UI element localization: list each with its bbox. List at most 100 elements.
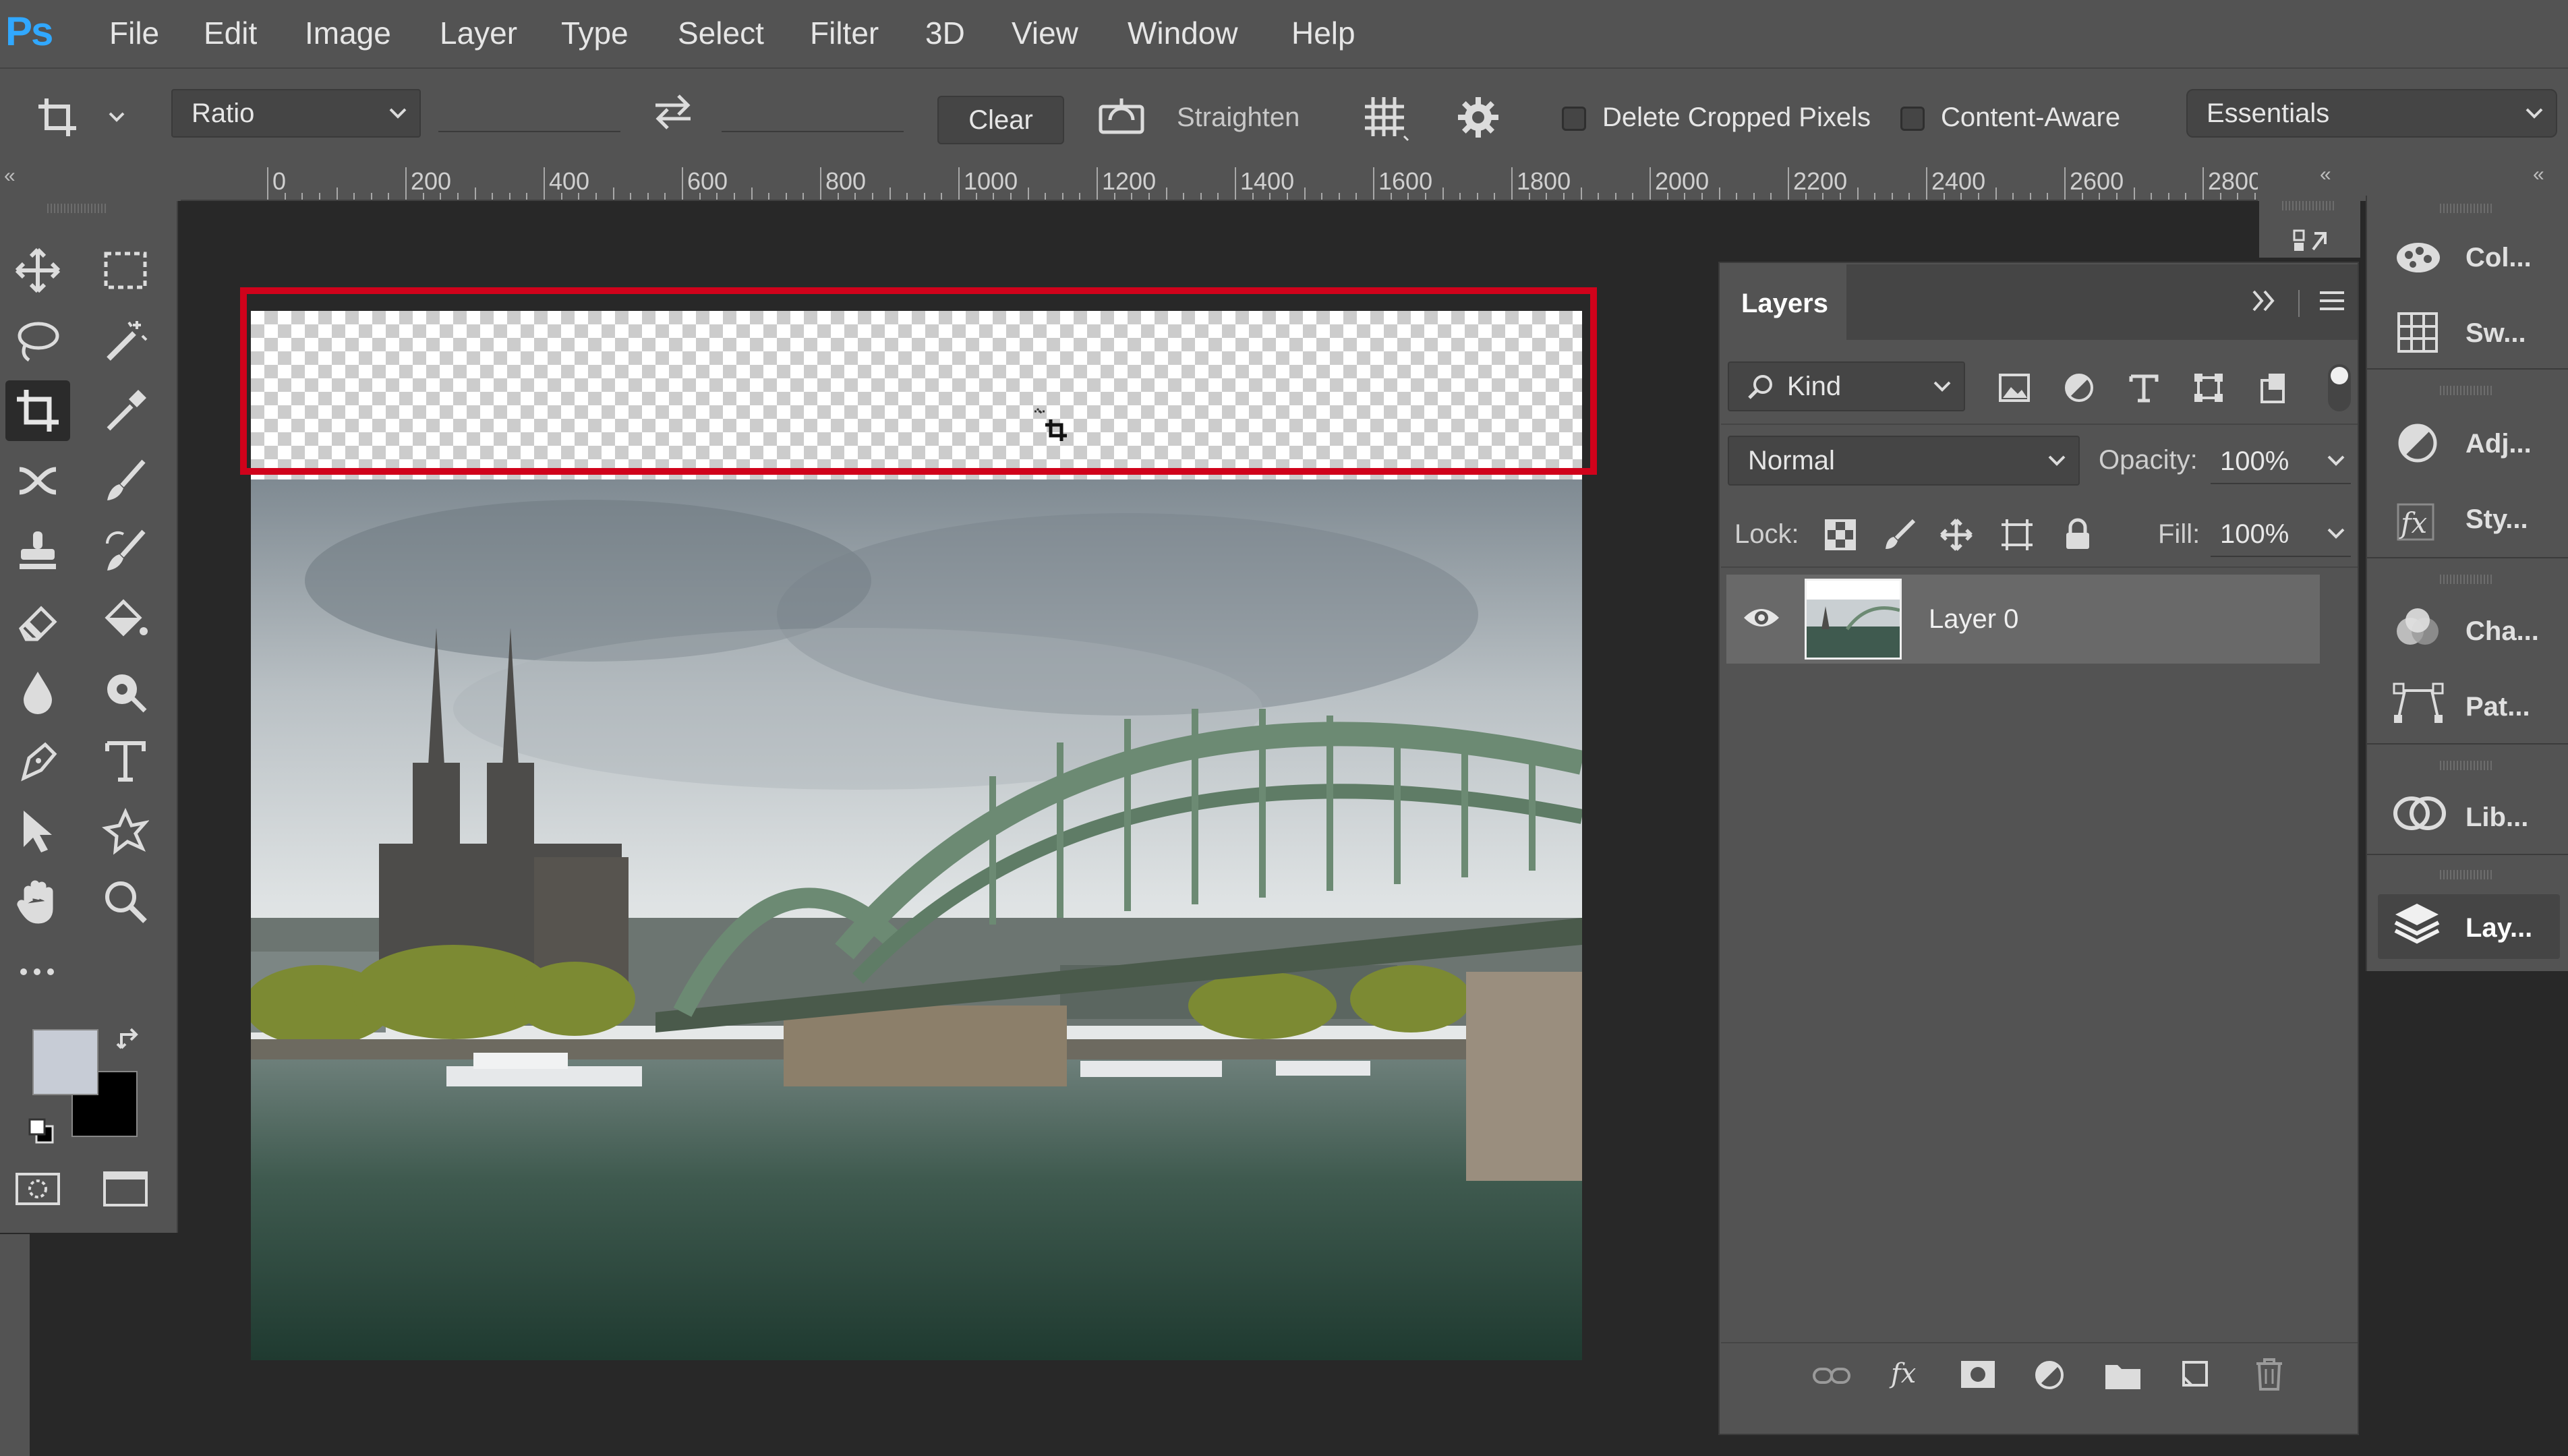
workspace-dropdown[interactable]: Essentials xyxy=(2186,89,2557,138)
delete-layer-trash-icon[interactable] xyxy=(2252,1357,2286,1392)
type-tool-icon[interactable] xyxy=(93,731,158,792)
mini-dock-grip[interactable] xyxy=(2282,201,2336,210)
crop-tool-icon[interactable] xyxy=(5,380,70,441)
menu-layer[interactable]: Layer xyxy=(440,15,517,51)
color-panel-icon[interactable] xyxy=(2394,239,2443,275)
history-brush-icon[interactable] xyxy=(93,521,158,581)
menu-file[interactable]: File xyxy=(109,15,159,51)
menu-3d[interactable]: 3D xyxy=(925,15,965,51)
move-tool-icon[interactable] xyxy=(5,240,70,301)
pen-tool-icon[interactable] xyxy=(5,731,70,792)
layers-panel-icon[interactable] xyxy=(2393,901,2441,944)
opacity-field[interactable]: 100% xyxy=(2211,437,2351,484)
dock-grip[interactable] xyxy=(2440,870,2494,879)
dock-item-styles[interactable]: Sty... xyxy=(2465,504,2528,535)
add-mask-icon[interactable] xyxy=(1960,1358,1996,1392)
clone-stamp-icon[interactable] xyxy=(5,521,70,581)
new-adjustment-layer-icon[interactable] xyxy=(2033,1358,2069,1395)
adjustments-panel-icon[interactable] xyxy=(2397,422,2439,464)
filter-shape-layers-icon[interactable] xyxy=(2192,371,2225,405)
dock-item-swatches[interactable]: Sw... xyxy=(2465,318,2526,349)
link-layers-icon[interactable] xyxy=(1811,1361,1852,1391)
panel-expand-icon[interactable] xyxy=(2251,289,2281,313)
dock-grip[interactable] xyxy=(2440,761,2494,770)
brush-tool-icon[interactable] xyxy=(93,450,158,511)
dock-grip[interactable] xyxy=(2440,386,2494,395)
paths-panel-icon[interactable] xyxy=(2391,681,2445,726)
tab-layers[interactable]: Layers xyxy=(1721,264,1846,340)
hand-tool-icon[interactable] xyxy=(5,871,70,932)
menu-edit[interactable]: Edit xyxy=(204,15,257,51)
paint-bucket-icon[interactable] xyxy=(93,591,158,651)
content-aware-label[interactable]: Content-Aware xyxy=(1941,103,2120,133)
styles-panel-icon[interactable]: fx xyxy=(2394,498,2441,545)
dock-item-layers[interactable]: Lay... xyxy=(2465,913,2532,943)
collapse-panels-icon[interactable]: « xyxy=(2320,163,2331,186)
straighten-icon[interactable] xyxy=(1098,96,1145,136)
menu-filter[interactable]: Filter xyxy=(810,15,879,51)
swatches-panel-icon[interactable] xyxy=(2397,312,2439,353)
gear-icon[interactable] xyxy=(1457,96,1504,143)
filter-type-layers-icon[interactable] xyxy=(2127,371,2161,405)
eraser-tool-icon[interactable] xyxy=(5,591,70,651)
custom-shape-icon[interactable] xyxy=(93,801,158,862)
blend-mode-dropdown[interactable]: Normal xyxy=(1728,436,2080,486)
filter-toggle-switch[interactable] xyxy=(2328,364,2351,411)
opacity-label[interactable]: Opacity: xyxy=(2099,445,2198,475)
panel-menu-icon[interactable] xyxy=(2317,289,2347,313)
more-tools-icon[interactable] xyxy=(5,941,70,1002)
crop-height-field[interactable] xyxy=(722,131,904,132)
ratio-dropdown[interactable]: Ratio xyxy=(171,89,421,138)
lock-all-icon[interactable] xyxy=(2061,517,2095,552)
fill-label[interactable]: Fill: xyxy=(2158,519,2200,550)
overlay-grid-icon[interactable] xyxy=(1362,94,1409,142)
filter-adjustment-layers-icon[interactable] xyxy=(2062,371,2096,405)
filter-smart-objects-icon[interactable] xyxy=(2256,371,2290,405)
crop-selection-border[interactable] xyxy=(240,287,1597,475)
filter-kind-dropdown[interactable]: Kind xyxy=(1728,361,1965,411)
dodge-tool-icon[interactable] xyxy=(93,661,158,722)
eyedropper-icon[interactable] xyxy=(93,380,158,441)
new-group-folder-icon[interactable] xyxy=(2104,1360,2142,1391)
channels-panel-icon[interactable] xyxy=(2394,607,2441,649)
magic-wand-icon[interactable] xyxy=(93,310,158,371)
menu-help[interactable]: Help xyxy=(1291,15,1355,51)
swap-colors-icon[interactable] xyxy=(116,1026,143,1053)
filter-pixel-layers-icon[interactable] xyxy=(1997,371,2031,405)
straighten-label[interactable]: Straighten xyxy=(1177,103,1300,133)
dock-item-paths[interactable]: Pat... xyxy=(2465,692,2530,722)
dock-item-libraries[interactable]: Lib... xyxy=(2465,803,2528,833)
libraries-panel-icon[interactable] xyxy=(2391,793,2448,834)
crop-tool-preset-icon[interactable] xyxy=(37,94,132,142)
new-layer-icon[interactable] xyxy=(2178,1357,2212,1391)
default-colors-icon[interactable] xyxy=(27,1117,57,1146)
foreground-color-swatch-top[interactable] xyxy=(32,1029,98,1095)
toolbar-grip[interactable] xyxy=(47,204,108,213)
lock-image-pixels-icon[interactable] xyxy=(1883,518,1917,552)
menu-image[interactable]: Image xyxy=(305,15,391,51)
healing-brush-icon[interactable] xyxy=(5,450,70,511)
crop-width-field[interactable] xyxy=(438,131,620,132)
content-aware-checkbox[interactable] xyxy=(1900,107,1925,131)
menu-type[interactable]: Type xyxy=(561,15,629,51)
delete-cropped-pixels-label[interactable]: Delete Cropped Pixels xyxy=(1602,103,1871,133)
document-image[interactable] xyxy=(251,479,1582,1360)
screen-mode-icon[interactable] xyxy=(93,1159,158,1219)
quick-mask-icon[interactable] xyxy=(5,1159,70,1219)
lasso-tool-icon[interactable] xyxy=(5,310,70,371)
menu-window[interactable]: Window xyxy=(1128,15,1238,51)
panel-arrange-icon[interactable] xyxy=(2293,229,2331,252)
dock-grip[interactable] xyxy=(2440,204,2494,213)
blur-tool-icon[interactable] xyxy=(5,661,70,722)
collapse-toolbar-icon[interactable]: « xyxy=(4,165,16,187)
dock-item-color[interactable]: Col... xyxy=(2465,243,2532,273)
dock-grip[interactable] xyxy=(2440,575,2494,584)
clear-button[interactable]: Clear xyxy=(937,96,1064,144)
collapse-dock-icon[interactable]: « xyxy=(2533,163,2544,186)
marquee-tool-icon[interactable] xyxy=(93,240,158,301)
fx-icon[interactable]: fx xyxy=(1888,1354,1929,1395)
layer-name[interactable]: Layer 0 xyxy=(1929,604,2018,635)
menu-view[interactable]: View xyxy=(1012,15,1078,51)
layer-thumbnail[interactable] xyxy=(1805,579,1902,660)
fill-field[interactable]: 100% xyxy=(2211,510,2351,557)
